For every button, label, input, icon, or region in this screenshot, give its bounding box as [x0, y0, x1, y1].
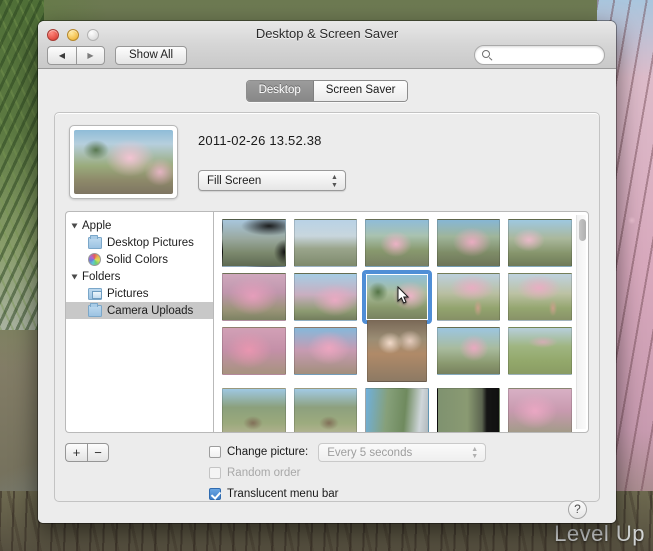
change-picture-row: Change picture: Every 5 seconds ▲ ▼ — [209, 442, 487, 462]
thumb-woman-lawn-a[interactable] — [436, 273, 501, 321]
help-button[interactable]: ? — [568, 500, 587, 519]
forward-button[interactable]: ▶ — [76, 46, 105, 65]
thumb-hut-hills-a[interactable] — [222, 388, 286, 432]
thumb-blossom-tree-pink[interactable] — [508, 388, 572, 432]
grid-scrollbar-thumb[interactable] — [579, 219, 586, 241]
thumbnail-grid-container — [213, 211, 589, 433]
search-field[interactable] — [474, 45, 605, 65]
sidebar-item-label: Apple — [82, 219, 112, 232]
current-picture-filename: 2011-02-26 13.52.38 — [198, 133, 322, 148]
thumb-branch-closeup-b[interactable] — [293, 327, 358, 375]
thumb-blossom-sky-wide[interactable] — [293, 273, 358, 321]
thumb-two-people-portrait[interactable] — [366, 320, 427, 382]
disclosure-triangle-icon[interactable] — [71, 274, 78, 279]
show-all-button[interactable]: Show All — [115, 46, 188, 65]
bottom-controls: + − Change picture: Every 5 seconds ▲▼ — [65, 442, 589, 521]
thumb-valley-dark-edge[interactable] — [436, 388, 501, 432]
search-field-wrapper — [474, 45, 605, 65]
remove-folder-button[interactable]: − — [87, 443, 109, 462]
chevron-updown-icon: ▲ ▼ — [471, 445, 479, 460]
thumb-blossom-pink-dense[interactable] — [222, 273, 286, 321]
preview-meta: 2011-02-26 13.52.38 Fill Screen ▲ ▼ — [198, 125, 346, 199]
change-picture-checkbox[interactable] — [209, 446, 221, 458]
thumb-bridge-river[interactable] — [365, 388, 429, 432]
folder-icon — [88, 303, 102, 317]
random-order-row: Random order — [209, 464, 486, 482]
translucent-menu-bar-checkbox[interactable] — [209, 488, 221, 500]
pictures-folder-icon — [88, 287, 102, 300]
tab-desktop[interactable]: Desktop — [246, 81, 314, 101]
browser-row: Apple Desktop Pictures Solid Colors Fold… — [65, 211, 589, 433]
change-picture-label: Change picture: — [227, 446, 309, 458]
translucent-menu-bar-row: Translucent menu bar — [209, 485, 486, 503]
fit-mode-value: Fill Screen — [207, 175, 262, 187]
thumb-blossom-park-people[interactable] — [508, 219, 572, 267]
sidebar-item-pictures[interactable]: Pictures — [66, 285, 213, 302]
sidebar-item-folders[interactable]: Folders — [66, 268, 213, 285]
desktop-pane: 2011-02-26 13.52.38 Fill Screen ▲ ▼ Apple — [54, 112, 600, 519]
thumb-blossom-grove[interactable] — [436, 219, 501, 267]
sidebar-item-label: Folders — [82, 270, 121, 283]
navigation-buttons: ◀ ▶ — [47, 46, 105, 65]
thumb-mountain-snow-dark[interactable] — [222, 219, 286, 267]
tab-bar: Desktop Screen Saver — [54, 69, 600, 102]
watermark-level-up: Level Up — [554, 521, 645, 546]
sidebar-item-label: Camera Uploads — [107, 304, 194, 317]
thumb-woman-lawn-b[interactable] — [508, 273, 572, 321]
add-folder-button[interactable]: + — [65, 443, 87, 462]
source-list[interactable]: Apple Desktop Pictures Solid Colors Fold… — [65, 211, 213, 433]
thumb-blossom-path-selected[interactable] — [362, 270, 432, 324]
interval-value: Every 5 seconds — [327, 446, 413, 459]
random-order-label: Random order — [227, 467, 301, 479]
sidebar-item-apple[interactable]: Apple — [66, 217, 213, 234]
tab-strip: Desktop Screen Saver — [245, 80, 409, 102]
thumb-mountain-bare-trees[interactable] — [293, 219, 358, 267]
sidebar-item-desktop-pictures[interactable]: Desktop Pictures — [66, 234, 213, 251]
system-preferences-window: Desktop & Screen Saver ◀ ▶ Show All Desk… — [38, 21, 616, 523]
back-button[interactable]: ◀ — [47, 46, 76, 65]
thumb-branch-closeup-a[interactable] — [222, 327, 286, 375]
chevron-updown-icon: ▲ ▼ — [331, 174, 338, 189]
tab-screen-saver[interactable]: Screen Saver — [313, 81, 408, 101]
preview-frame[interactable] — [69, 125, 178, 199]
preview-image — [74, 130, 173, 194]
folder-icon — [88, 235, 102, 249]
thumbnail-grid — [214, 212, 588, 432]
window-content: Desktop Screen Saver 2011-02-26 13.52.38… — [38, 69, 616, 523]
thumb-lawn-field[interactable] — [508, 327, 572, 375]
sidebar-item-label: Solid Colors — [106, 253, 168, 266]
sidebar-item-label: Pictures — [107, 287, 149, 300]
disclosure-triangle-icon[interactable] — [71, 223, 78, 228]
thumb-blossom-parking[interactable] — [436, 327, 501, 375]
window-title: Desktop & Screen Saver — [255, 26, 399, 41]
grid-scrollbar[interactable] — [576, 215, 586, 429]
preview-row: 2011-02-26 13.52.38 Fill Screen ▲ ▼ — [55, 113, 599, 199]
sidebar-item-label: Desktop Pictures — [107, 236, 194, 249]
window-titlebar[interactable]: Desktop & Screen Saver ◀ ▶ Show All — [38, 21, 616, 69]
search-icon — [482, 50, 490, 58]
thumb-blossom-road[interactable] — [365, 219, 429, 267]
thumb-hut-hills-b[interactable] — [293, 388, 358, 432]
color-wheel-icon — [88, 253, 101, 266]
search-input[interactable] — [497, 46, 598, 64]
interval-popup[interactable]: Every 5 seconds ▲ ▼ — [318, 442, 487, 462]
sidebar-item-camera-uploads[interactable]: Camera Uploads — [66, 302, 213, 319]
fit-mode-popup[interactable]: Fill Screen ▲ ▼ — [198, 170, 346, 191]
options-column: Change picture: Every 5 seconds ▲ ▼ Rando… — [209, 442, 487, 506]
translucent-menu-bar-label: Translucent menu bar — [227, 488, 339, 500]
random-order-checkbox — [209, 467, 221, 479]
sidebar-item-solid-colors[interactable]: Solid Colors — [66, 251, 213, 268]
